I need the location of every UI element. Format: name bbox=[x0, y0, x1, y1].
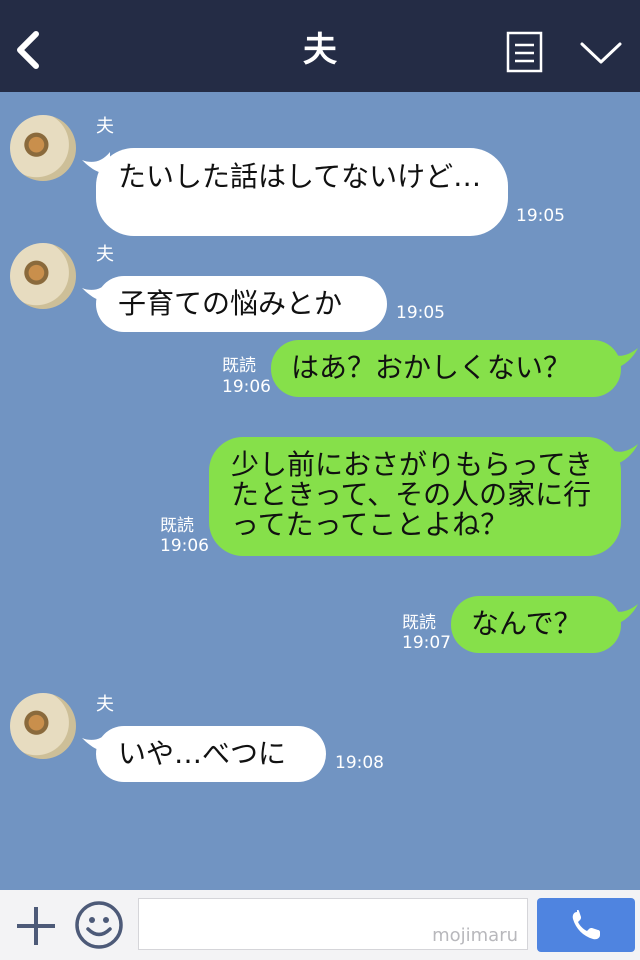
message-bubble[interactable]: 少し前におさがりもらってきたときって、その人の家に行ってたってことよね？ bbox=[209, 437, 621, 556]
message-bubble[interactable]: 子育ての悩みとか bbox=[96, 276, 387, 332]
bubble-tail bbox=[607, 604, 638, 626]
emoji-button[interactable] bbox=[74, 900, 124, 950]
input-bar: mojimaru bbox=[0, 890, 640, 960]
message-time: 19:08 bbox=[335, 753, 384, 773]
message-time: 19:05 bbox=[516, 206, 565, 226]
chevron-down-icon bbox=[580, 42, 622, 64]
sender-name: 夫 bbox=[96, 694, 114, 715]
bubble-tail bbox=[607, 444, 638, 466]
phone-icon bbox=[572, 910, 600, 940]
message-time: 19:06 bbox=[160, 536, 209, 556]
bubble-tail bbox=[607, 348, 638, 370]
message-input[interactable] bbox=[138, 898, 528, 950]
plus-icon bbox=[17, 907, 55, 945]
read-status: 既読 bbox=[402, 613, 436, 633]
message-bubble[interactable]: たいした話はしてないけど… bbox=[96, 148, 508, 236]
message-bubble[interactable]: いや…べつに bbox=[96, 726, 326, 782]
read-status: 既読 bbox=[160, 516, 194, 536]
avatar[interactable] bbox=[10, 115, 76, 181]
sender-name: 夫 bbox=[96, 244, 114, 265]
avatar[interactable] bbox=[10, 243, 76, 309]
sender-name: 夫 bbox=[96, 116, 114, 137]
read-status: 既読 bbox=[222, 356, 256, 376]
message-time: 19:05 bbox=[396, 303, 445, 323]
add-button[interactable] bbox=[14, 904, 58, 948]
smiley-icon bbox=[75, 901, 123, 949]
message-bubble[interactable]: はあ？おかしくない？ bbox=[271, 340, 621, 397]
menu-dropdown-button[interactable] bbox=[578, 36, 624, 70]
call-button[interactable] bbox=[537, 898, 635, 952]
message-time: 19:07 bbox=[402, 633, 451, 653]
avatar[interactable] bbox=[10, 693, 76, 759]
note-button[interactable] bbox=[505, 30, 545, 74]
message-time: 19:06 bbox=[222, 377, 271, 397]
note-icon bbox=[506, 31, 543, 73]
chat-header: 夫 bbox=[0, 0, 640, 92]
message-bubble[interactable]: なんで？ bbox=[451, 596, 621, 653]
